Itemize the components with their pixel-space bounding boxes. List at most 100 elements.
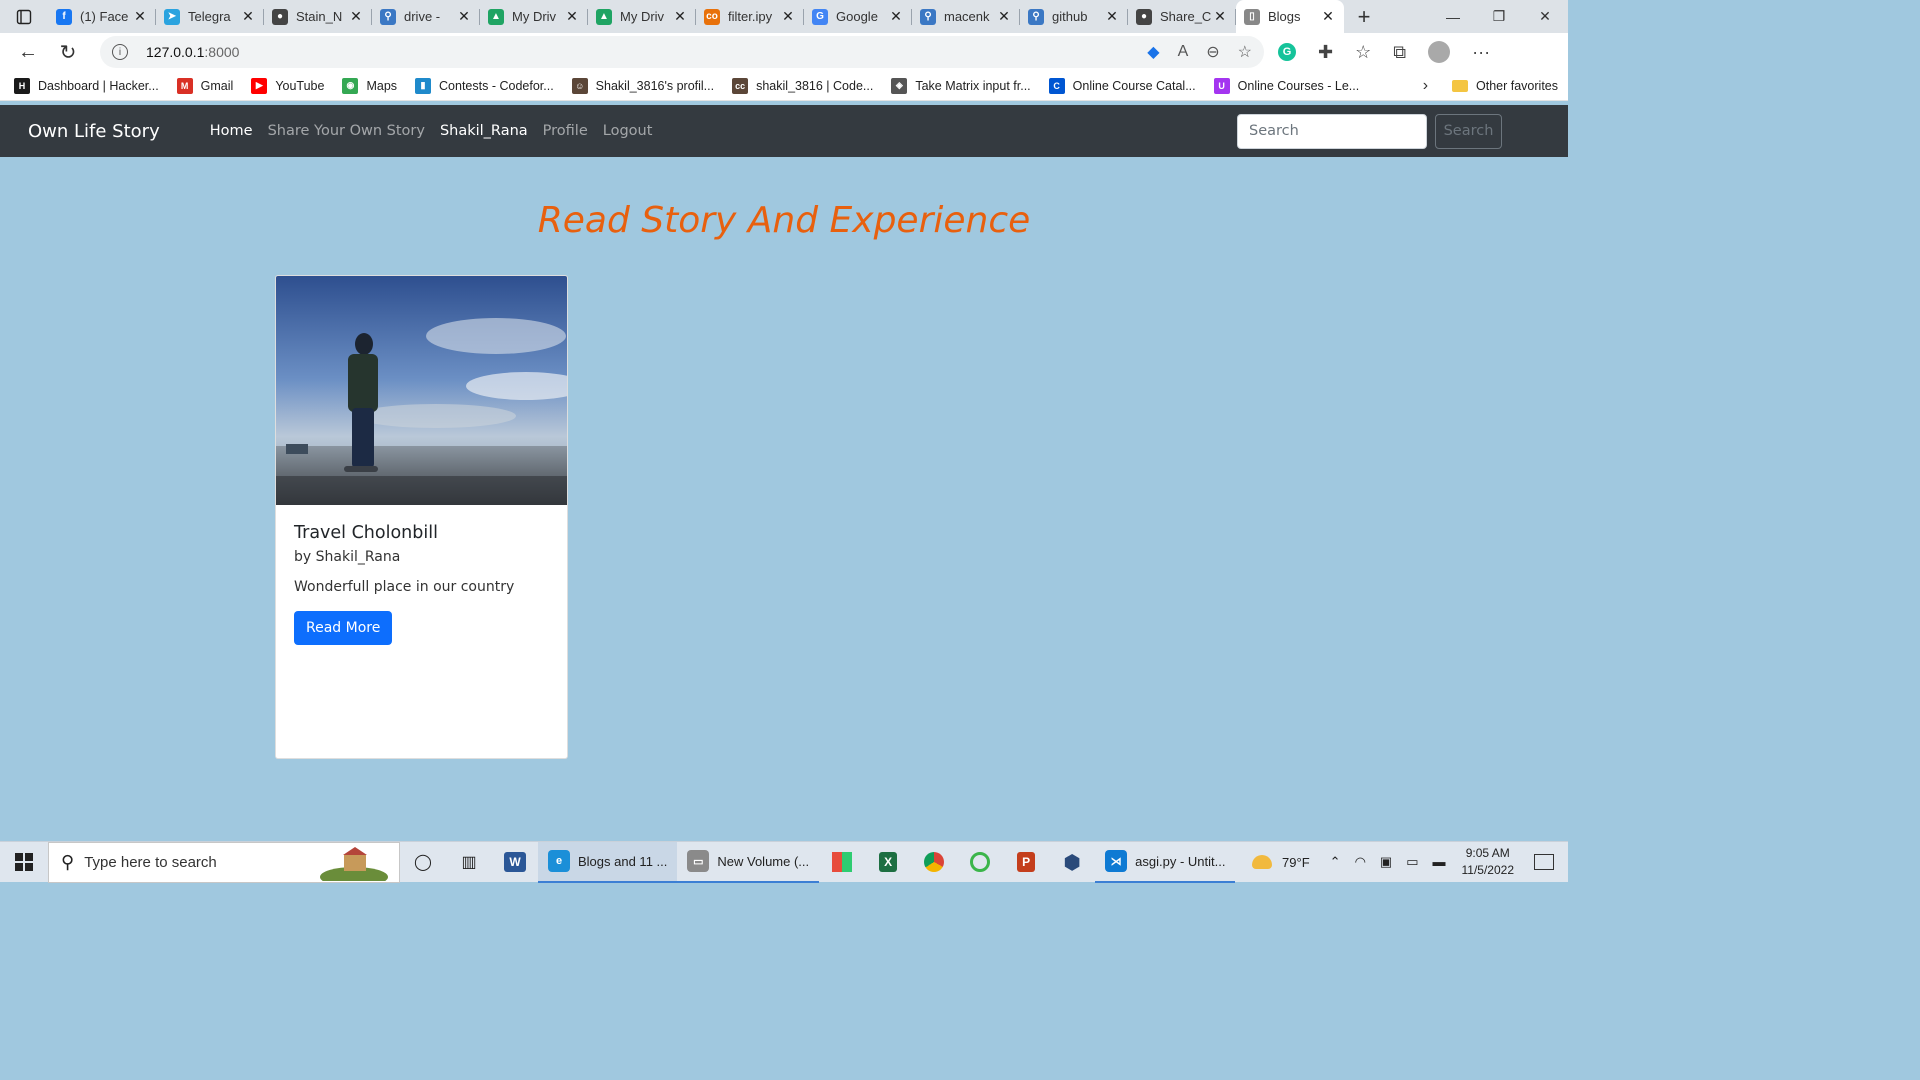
story-card: Travel Cholonbill by Shakil_Rana Wonderf… xyxy=(275,275,568,759)
close-tab-icon[interactable]: ✕ xyxy=(996,8,1012,25)
meet-now-icon[interactable]: ▣ xyxy=(1380,854,1392,870)
nav-logout[interactable]: Logout xyxy=(603,123,653,139)
search-input[interactable] xyxy=(1237,113,1427,149)
other-favorites-folder[interactable]: Other favorites xyxy=(1452,79,1558,93)
weather-widget[interactable]: 79°F xyxy=(1252,855,1310,870)
site-info-icon[interactable]: i xyxy=(112,44,128,60)
close-tab-icon[interactable]: ✕ xyxy=(132,8,148,25)
more-menu-icon[interactable]: ··· xyxy=(1472,42,1490,63)
refresh-icon[interactable]: ↻ xyxy=(48,33,88,71)
taskbar-app-button[interactable]: e Blogs and 11 ... xyxy=(538,841,678,883)
close-tab-icon[interactable]: ✕ xyxy=(888,8,904,25)
collections-icon[interactable]: ⧉ xyxy=(1393,42,1406,63)
virtualbox-icon[interactable]: ⬢ xyxy=(1049,842,1095,883)
shopping-tag-icon[interactable]: ◆ xyxy=(1147,42,1159,62)
close-tab-icon[interactable]: ✕ xyxy=(672,8,688,25)
story-title: Travel Cholonbill xyxy=(294,523,438,543)
taskbar-search-box[interactable]: ⚲ Type here to search xyxy=(48,841,400,883)
bookmark-item[interactable]: ▶ YouTube xyxy=(251,77,324,94)
bookmark-label: Take Matrix input fr... xyxy=(915,78,1031,93)
close-window-icon[interactable]: ✕ xyxy=(1522,0,1568,33)
taskbar-app-button[interactable]: ⋊ asgi.py - Untit... xyxy=(1095,842,1236,883)
browser-tab[interactable]: ▲ My Driv ✕ xyxy=(480,0,588,33)
chrome-icon[interactable] xyxy=(911,842,957,883)
office-app-icon[interactable] xyxy=(819,842,865,883)
nav-home[interactable]: Home xyxy=(210,123,253,139)
wifi-icon[interactable]: ◠ xyxy=(1355,854,1366,870)
close-tab-icon[interactable]: ✕ xyxy=(1104,8,1120,25)
nav-username[interactable]: Shakil_Rana xyxy=(440,123,528,139)
tab-label: Share_C xyxy=(1160,9,1212,24)
bookmark-item[interactable]: ▮ Contests - Codefor... xyxy=(415,77,554,94)
close-tab-icon[interactable]: ✕ xyxy=(780,8,796,25)
nav-profile[interactable]: Profile xyxy=(543,123,588,139)
powerpoint-icon[interactable]: P xyxy=(1003,842,1049,883)
browser-tab[interactable]: co filter.ipy ✕ xyxy=(696,0,804,33)
grammarly-icon[interactable]: G xyxy=(1278,43,1296,61)
browser-tab[interactable]: ⚲ drive - ✕ xyxy=(372,0,480,33)
read-aloud-icon[interactable]: A xyxy=(1178,43,1189,61)
bookmark-item[interactable]: ☺ Shakil_3816's profil... xyxy=(571,77,714,94)
notifications-icon[interactable] xyxy=(1534,854,1554,870)
tab-label: My Driv xyxy=(512,9,557,24)
story-author: by Shakil_Rana xyxy=(294,549,401,565)
close-tab-icon[interactable]: ✕ xyxy=(1320,8,1336,25)
minimize-icon[interactable]: — xyxy=(1430,0,1476,33)
url-field[interactable]: i 127.0.0.1:8000 ◆ A ⊖ ☆ xyxy=(100,36,1264,68)
browser-tab[interactable]: ▲ My Driv ✕ xyxy=(588,0,696,33)
tab-label: (1) Face xyxy=(80,9,129,24)
codechef-icon: ☺ xyxy=(571,77,588,94)
browser-tab[interactable]: ⚲ github ✕ xyxy=(1020,0,1128,33)
display-icon[interactable]: ▭ xyxy=(1406,854,1418,870)
youtube-icon: ▶ xyxy=(251,77,268,94)
refresh-app-icon[interactable] xyxy=(957,842,1003,883)
search-button[interactable]: Search xyxy=(1435,113,1502,149)
tab-label: macenk xyxy=(944,9,990,24)
close-tab-icon[interactable]: ✕ xyxy=(456,8,472,25)
add-favorite-icon[interactable]: ☆ xyxy=(1238,42,1252,62)
browser-tab[interactable]: ▯ Blogs ✕ xyxy=(1236,0,1344,33)
bookmarks-bar: H Dashboard | Hacker... M Gmail ▶ YouTube ◉ Map… xyxy=(0,71,1568,101)
browser-tab[interactable]: ● Share_C ✕ xyxy=(1128,0,1236,33)
bookmark-item[interactable]: ◈ Take Matrix input fr... xyxy=(891,77,1031,94)
taskbar-app-button[interactable]: ▭ New Volume (... xyxy=(677,842,820,883)
close-tab-icon[interactable]: ✕ xyxy=(240,8,256,25)
bookmark-item[interactable]: C Online Course Catal... xyxy=(1048,77,1196,94)
close-tab-icon[interactable]: ✕ xyxy=(1212,8,1228,25)
windows-start-icon[interactable] xyxy=(0,842,48,883)
read-more-button[interactable]: Read More xyxy=(294,611,393,645)
browser-tab[interactable]: ⚲ macenk ✕ xyxy=(912,0,1020,33)
battery-icon[interactable]: ▬ xyxy=(1433,854,1446,870)
show-hidden-icons-icon[interactable]: ⌃ xyxy=(1330,854,1341,870)
browser-tab[interactable]: ● Stain_N ✕ xyxy=(264,0,372,33)
close-tab-icon[interactable]: ✕ xyxy=(348,8,364,25)
tab-actions-menu-icon[interactable] xyxy=(0,0,48,33)
bookmark-item[interactable]: H Dashboard | Hacker... xyxy=(14,77,159,94)
more-bookmarks-chevron-icon[interactable]: › xyxy=(1423,77,1428,95)
bookmark-item[interactable]: U Online Courses - Le... xyxy=(1213,77,1359,94)
browser-tab[interactable]: ➤ Telegra ✕ xyxy=(156,0,264,33)
site-brand[interactable]: Own Life Story xyxy=(28,121,160,142)
bookmark-item[interactable]: ◉ Maps xyxy=(342,77,397,94)
nav-share-story[interactable]: Share Your Own Story xyxy=(268,123,425,139)
close-tab-icon[interactable]: ✕ xyxy=(564,8,580,25)
task-view-icon[interactable]: ▥ xyxy=(446,842,492,883)
profile-avatar-icon[interactable] xyxy=(1428,41,1451,63)
favorites-icon[interactable]: ☆ xyxy=(1355,42,1371,63)
bookmark-item[interactable]: cc shakil_3816 | Code... xyxy=(732,77,873,94)
excel-icon[interactable]: X xyxy=(865,842,911,883)
folder-icon xyxy=(1452,79,1469,92)
cortana-icon[interactable]: ◯ xyxy=(400,842,446,883)
tab-label: drive - xyxy=(404,9,441,24)
search-icon: ⚲ xyxy=(1028,8,1044,25)
extensions-icon[interactable]: ✚ xyxy=(1318,42,1333,63)
restore-icon[interactable]: ❐ xyxy=(1476,0,1522,33)
bookmark-item[interactable]: M Gmail xyxy=(176,77,233,94)
browser-tab[interactable]: G Google ✕ xyxy=(804,0,912,33)
word-icon[interactable]: W xyxy=(492,842,538,883)
back-icon[interactable]: ← xyxy=(8,33,48,71)
new-tab-button[interactable]: + xyxy=(1344,0,1384,33)
zoom-out-icon[interactable]: ⊖ xyxy=(1206,42,1219,62)
browser-tab[interactable]: f (1) Face ✕ xyxy=(48,0,156,33)
clock[interactable]: 9:05 AM 11/5/2022 xyxy=(1462,845,1515,879)
